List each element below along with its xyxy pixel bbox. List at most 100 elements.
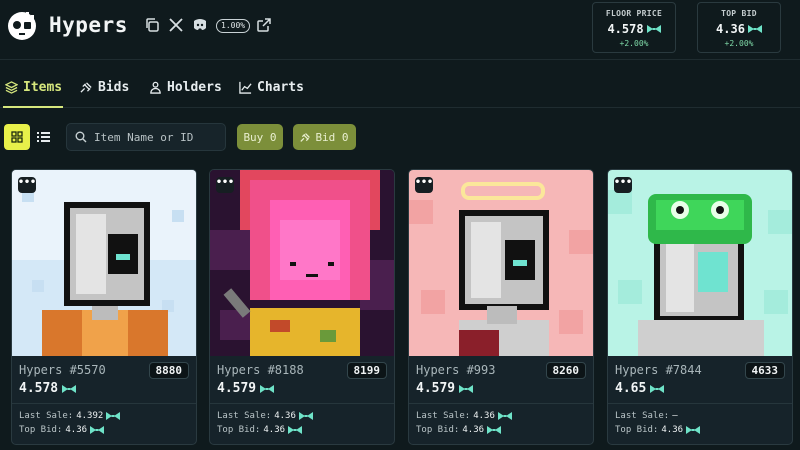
- search-icon: [75, 131, 87, 143]
- last-sale-label: Last Sale:: [416, 411, 471, 421]
- more-options-button[interactable]: •••: [614, 177, 632, 193]
- hypers-logo[interactable]: [6, 9, 38, 41]
- top-bid: Top Bid: 4.36: [19, 425, 105, 435]
- last-sale-label: Last Sale:: [615, 411, 670, 421]
- bid-button[interactable]: Bid 0: [293, 124, 356, 150]
- layers-icon: [5, 81, 18, 94]
- top-bid-label: Top Bid:: [19, 425, 63, 435]
- active-tab-indicator: [3, 106, 63, 108]
- nft-card[interactable]: ••• Hypers #8188 8199 4.579 Last Sale: 4…: [209, 169, 395, 445]
- rarity-rank: 8880: [148, 362, 189, 379]
- nft-card[interactable]: ••• Hypers #993 8260 4.579 Last Sale: 4.…: [408, 169, 594, 445]
- token-icon: [459, 384, 474, 393]
- top-bid-change: +2.00%: [724, 39, 754, 48]
- nft-price: 4.578: [19, 381, 77, 396]
- x-twitter-icon[interactable]: [168, 17, 184, 33]
- tab-charts[interactable]: Charts: [239, 80, 304, 95]
- nft-image: •••: [608, 170, 792, 356]
- last-sale-value: 4.392: [76, 411, 104, 421]
- nft-price-value: 4.579: [217, 381, 257, 396]
- token-icon: [90, 426, 105, 434]
- list-icon: [36, 132, 50, 142]
- last-sale-label: Last Sale:: [217, 411, 272, 421]
- buy-button-label: Buy 0: [243, 130, 277, 144]
- tab-items-label: Items: [23, 80, 63, 95]
- top-bid-label: Top Bid:: [416, 425, 460, 435]
- token-icon: [106, 412, 121, 420]
- top-bid-value: 4.36: [462, 425, 485, 435]
- nft-name: Hypers #7844: [615, 363, 702, 377]
- nft-price-value: 4.578: [19, 381, 59, 396]
- top-bid-value: 4.36: [661, 425, 684, 435]
- top-bid-number: 4.36: [716, 22, 745, 36]
- token-icon: [650, 384, 665, 393]
- more-options-button[interactable]: •••: [415, 177, 433, 193]
- gavel-icon: [80, 82, 92, 93]
- last-sale-value: 4.36: [473, 411, 495, 421]
- rarity-rank: 8199: [346, 362, 387, 379]
- top-bid-label: TOP BID: [721, 9, 757, 18]
- token-icon: [497, 412, 512, 420]
- buy-button[interactable]: Buy 0: [237, 124, 283, 150]
- collection-title: Hypers: [49, 13, 128, 37]
- grid-icon: [11, 131, 23, 143]
- last-sale: Last Sale: –: [615, 411, 678, 421]
- nft-card[interactable]: ••• Hypers #7844 4633 4.65 Last Sale: – …: [607, 169, 793, 445]
- bid-button-label: Bid 0: [315, 130, 349, 144]
- tab-holders[interactable]: Holders: [149, 80, 222, 95]
- nft-price: 4.579: [416, 381, 474, 396]
- more-options-button[interactable]: •••: [216, 177, 234, 193]
- floor-price-box: FLOOR PRICE 4.578 +2.00%: [592, 2, 676, 53]
- nft-name: Hypers #5570: [19, 363, 106, 377]
- floor-price-label: FLOOR PRICE: [605, 9, 663, 18]
- nft-price-value: 4.65: [615, 381, 647, 396]
- divider: [210, 403, 394, 404]
- floor-price-value: 4.578: [593, 22, 675, 36]
- top-bid-value: 4.36: [698, 22, 780, 36]
- floor-price-change: +2.00%: [619, 39, 649, 48]
- tab-bids[interactable]: Bids: [80, 80, 129, 95]
- nft-price-value: 4.579: [416, 381, 456, 396]
- more-options-button[interactable]: •••: [18, 177, 36, 193]
- top-bid-label: Top Bid:: [615, 425, 659, 435]
- grid-view-button[interactable]: [4, 124, 30, 150]
- last-sale-value: –: [672, 411, 678, 421]
- divider: [409, 403, 593, 404]
- nft-price: 4.65: [615, 381, 665, 396]
- search-box: [66, 123, 226, 151]
- discord-icon[interactable]: [192, 17, 208, 33]
- top-bid: Top Bid: 4.36: [615, 425, 701, 435]
- top-bid-value: 4.36: [65, 425, 88, 435]
- copy-icon[interactable]: [144, 17, 160, 33]
- list-view-button[interactable]: [30, 124, 56, 150]
- tab-charts-label: Charts: [257, 80, 304, 95]
- search-input[interactable]: [94, 130, 219, 144]
- header: Hypers 1.00% FLOOR PRICE 4.578 +2.00% TO…: [0, 0, 800, 60]
- last-sale: Last Sale: 4.36: [416, 411, 512, 421]
- nft-name: Hypers #993: [416, 363, 496, 377]
- tab-bar: Items Bids Holders Charts: [0, 68, 800, 108]
- tab-bids-label: Bids: [98, 80, 130, 95]
- rarity-rank: 4633: [744, 362, 785, 379]
- tab-holders-label: Holders: [167, 80, 222, 95]
- token-icon: [487, 426, 502, 434]
- last-sale-value: 4.36: [274, 411, 296, 421]
- external-link-icon[interactable]: [256, 17, 272, 33]
- tab-items[interactable]: Items: [5, 80, 62, 95]
- nft-card[interactable]: ••• Hypers #5570 8880 4.578 Last Sale: 4…: [11, 169, 197, 445]
- floor-price-number: 4.578: [607, 22, 644, 36]
- nft-image: •••: [409, 170, 593, 356]
- nft-image: •••: [12, 170, 196, 356]
- last-sale-label: Last Sale:: [19, 411, 74, 421]
- divider: [12, 403, 196, 404]
- nft-price: 4.579: [217, 381, 275, 396]
- token-icon: [747, 25, 762, 33]
- last-sale: Last Sale: 4.392: [19, 411, 121, 421]
- users-icon: [150, 81, 161, 94]
- nft-name: Hypers #8188: [217, 363, 304, 377]
- top-bid-value: 4.36: [263, 425, 286, 435]
- divider: [608, 403, 792, 404]
- last-sale: Last Sale: 4.36: [217, 411, 313, 421]
- royalty-badge: 1.00%: [216, 19, 251, 33]
- token-icon: [62, 384, 77, 393]
